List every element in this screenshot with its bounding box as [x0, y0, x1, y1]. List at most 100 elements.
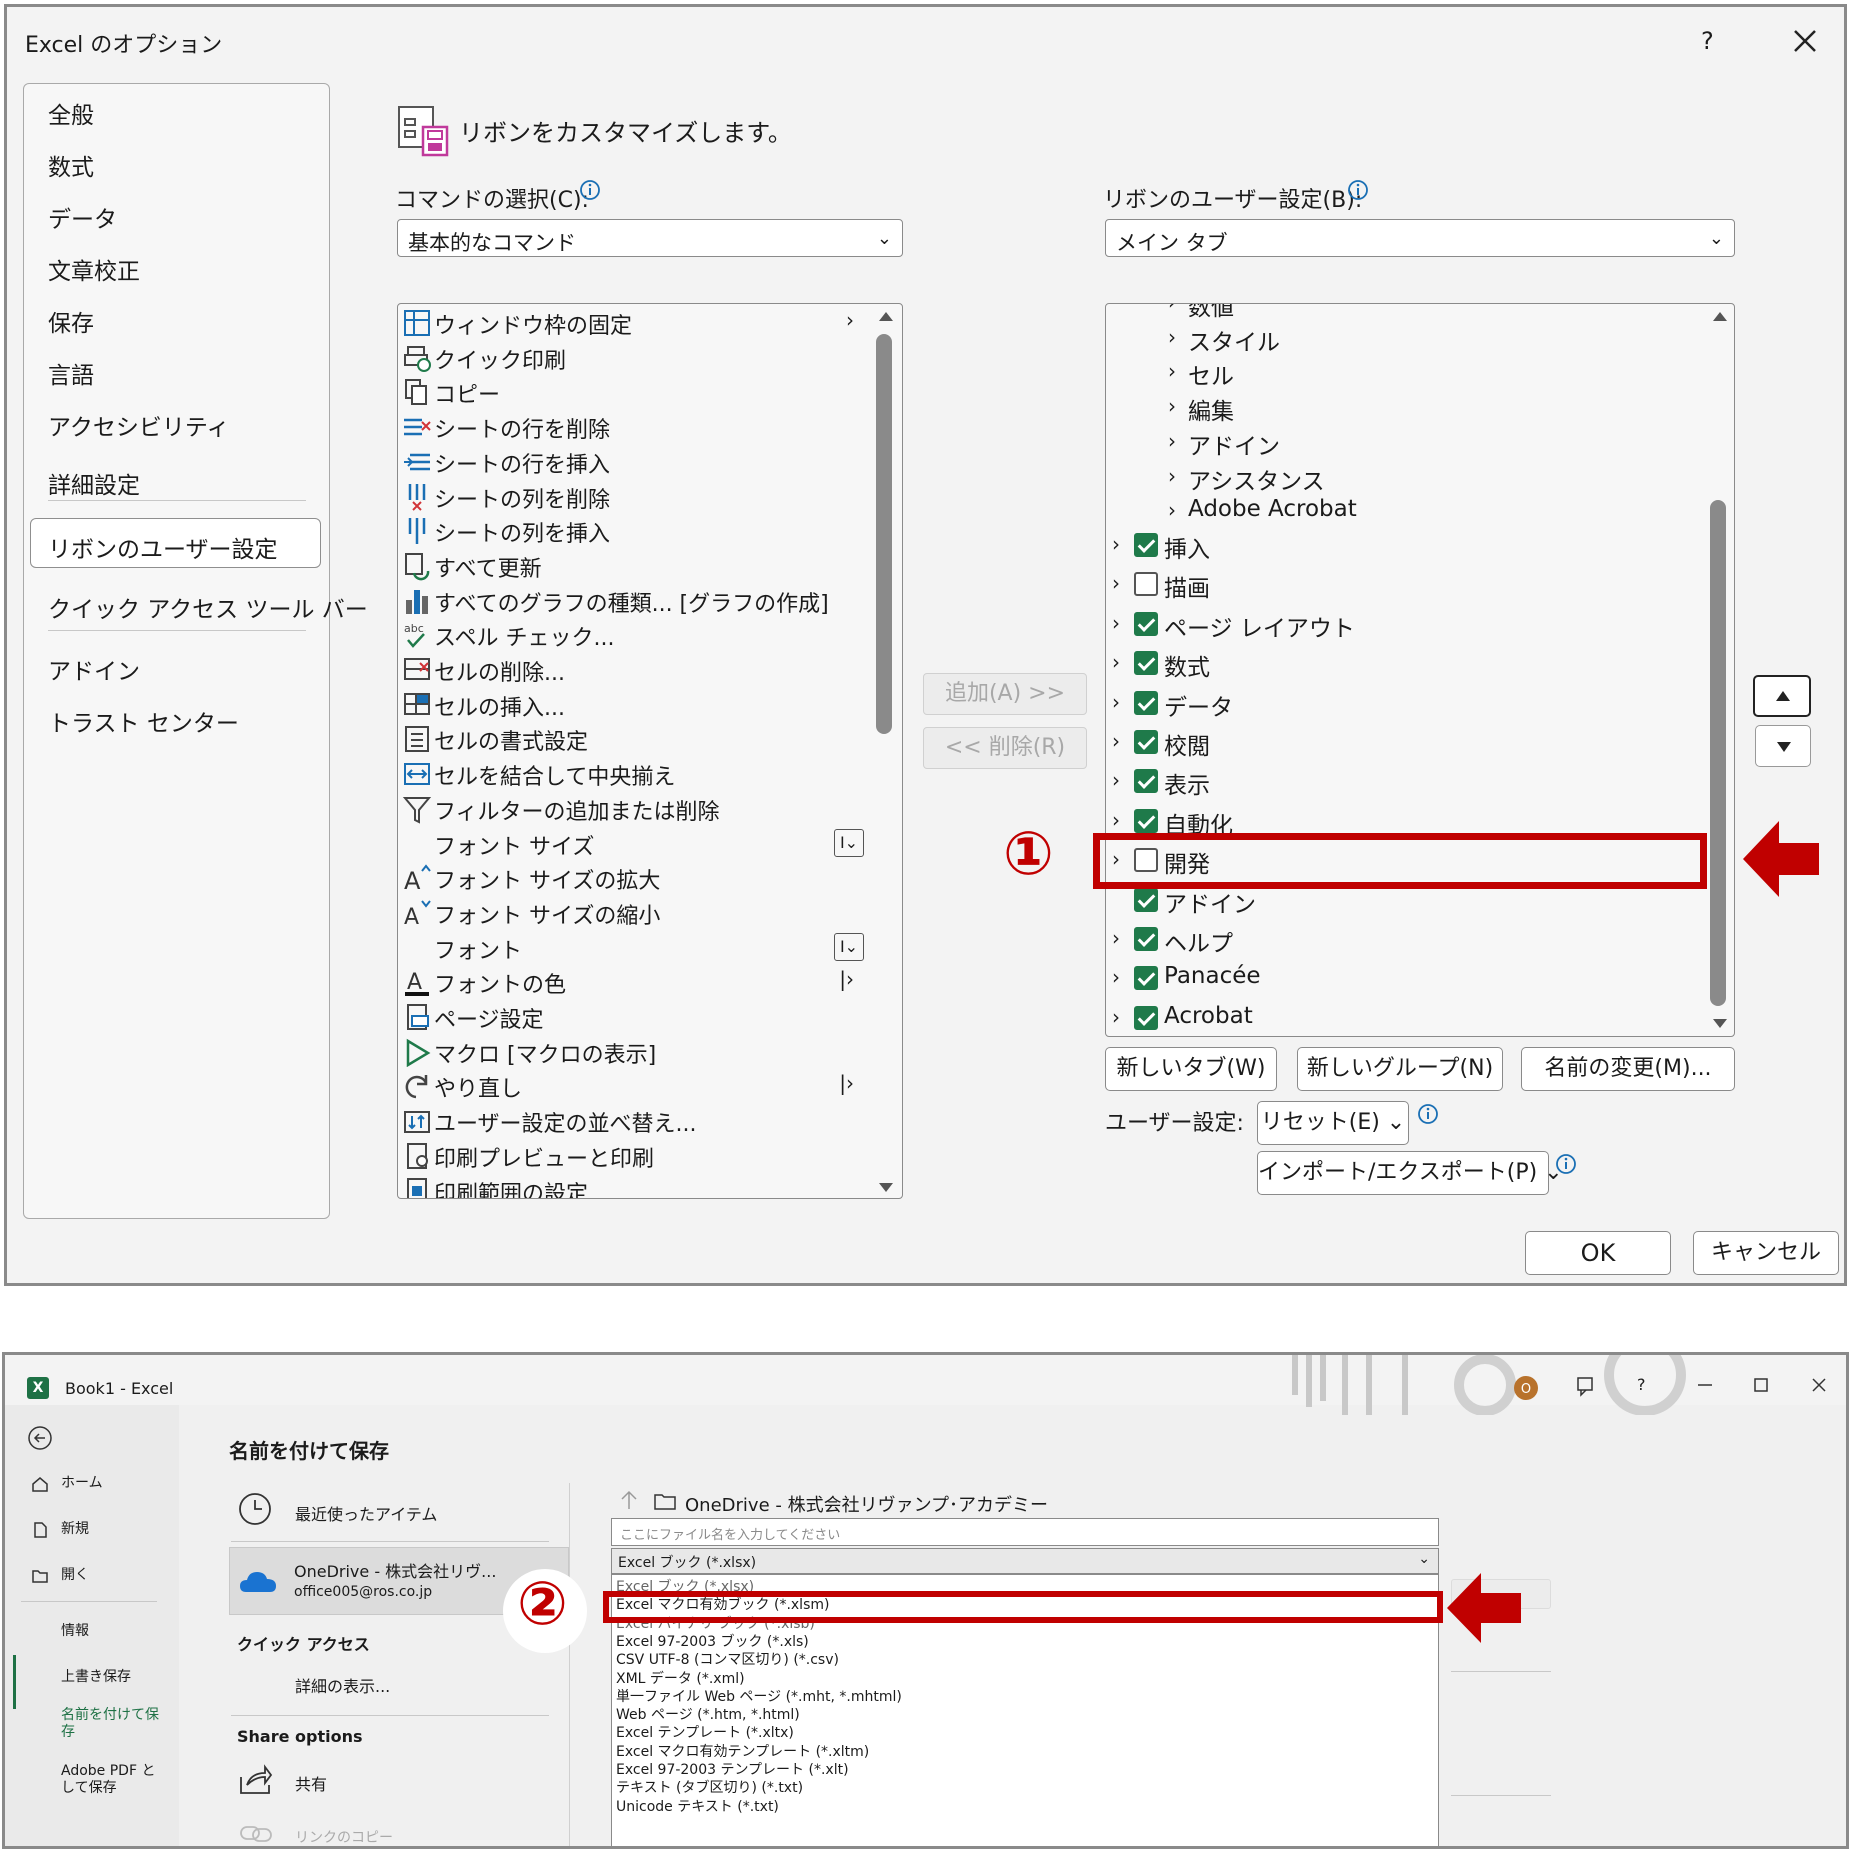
- backstage-nav-item[interactable]: Adobe PDF として保存: [61, 1763, 165, 1797]
- ribbon-tabs-dropdown[interactable]: メイン タブ ⌄: [1105, 219, 1735, 257]
- help-icon[interactable]: ?: [1637, 1375, 1646, 1394]
- help-icon[interactable]: ?: [1701, 27, 1714, 55]
- nav-item[interactable]: 詳細設定: [48, 466, 140, 500]
- close-icon[interactable]: [1785, 21, 1825, 61]
- ribbon-group-item[interactable]: › スタイル: [1168, 321, 1688, 359]
- file-type-option[interactable]: テキスト (タブ区切り) (*.txt): [616, 1777, 803, 1797]
- filename-input[interactable]: ここにファイル名を入力してください: [611, 1518, 1439, 1546]
- nav-item[interactable]: 保存: [48, 304, 94, 338]
- command-item[interactable]: セルを結合して中央揃え: [398, 757, 868, 791]
- commands-scroll-thumb[interactable]: [876, 334, 892, 734]
- command-item[interactable]: やり直し |›: [398, 1069, 868, 1103]
- nav-item[interactable]: アクセシビリティ: [48, 408, 229, 442]
- checkbox[interactable]: [1134, 611, 1158, 636]
- up-arrow-icon[interactable]: [619, 1489, 639, 1511]
- checkbox[interactable]: [1134, 690, 1158, 715]
- nav-item[interactable]: 数式: [48, 148, 94, 182]
- close-icon[interactable]: [1809, 1375, 1829, 1395]
- command-item[interactable]: A フォントの色 |›: [398, 965, 868, 999]
- command-item[interactable]: ページ設定: [398, 1000, 868, 1034]
- backstage-nav-item[interactable]: 情報: [61, 1623, 165, 1640]
- ribbon-tab-item[interactable]: › Panacée: [1112, 961, 1692, 999]
- command-item[interactable]: コピー: [398, 375, 868, 409]
- command-item[interactable]: ウィンドウ枠の固定 ›: [398, 306, 868, 340]
- command-item[interactable]: A フォント サイズの縮小: [398, 896, 868, 930]
- reset-button[interactable]: リセット(E) ⌄: [1257, 1101, 1409, 1145]
- commands-dropdown[interactable]: 基本的なコマンド ⌄: [397, 219, 903, 257]
- info-icon[interactable]: [579, 179, 601, 201]
- command-item[interactable]: フィルターの追加または削除: [398, 792, 868, 826]
- command-item[interactable]: シートの行を削除: [398, 410, 868, 444]
- minimize-icon[interactable]: [1695, 1375, 1715, 1395]
- nav-item[interactable]: 文章校正: [48, 252, 140, 286]
- backstage-nav-item[interactable]: 名前を付けて保存: [61, 1707, 165, 1741]
- ribbon-tab-item[interactable]: › 描画: [1112, 567, 1692, 605]
- ribbon-tab-item[interactable]: › Acrobat: [1112, 1001, 1692, 1036]
- file-type-dropdown[interactable]: Excel ブック (*.xlsx) ⌄: [611, 1548, 1439, 1574]
- checkbox[interactable]: [1134, 769, 1158, 794]
- ribbon-scrollbar[interactable]: [1706, 304, 1734, 1034]
- cancel-button[interactable]: キャンセル: [1693, 1231, 1839, 1275]
- nav-item[interactable]: 全般: [48, 96, 94, 130]
- checkbox[interactable]: [1134, 966, 1158, 991]
- file-type-option[interactable]: XML データ (*.xml): [616, 1668, 745, 1688]
- checkbox[interactable]: [1134, 651, 1158, 676]
- ribbon-tab-item[interactable]: › ページ レイアウト: [1112, 607, 1692, 645]
- move-down-button[interactable]: [1755, 725, 1811, 767]
- nav-item[interactable]: 言語: [48, 356, 94, 390]
- command-item[interactable]: セルの挿入...: [398, 688, 868, 722]
- info-icon[interactable]: [1417, 1103, 1439, 1125]
- command-item[interactable]: 印刷プレビューと印刷: [398, 1139, 868, 1173]
- checkbox[interactable]: [1134, 808, 1158, 833]
- ribbon-tab-item[interactable]: › 表示: [1112, 764, 1692, 802]
- command-item[interactable]: A フォント サイズの拡大: [398, 861, 868, 895]
- add-button[interactable]: 追加(A) >>: [923, 673, 1087, 715]
- nav-item[interactable]: トラスト センター: [48, 704, 239, 738]
- file-type-option[interactable]: 単一ファイル Web ページ (*.mht, *.mhtml): [616, 1686, 902, 1706]
- ribbon-tab-item[interactable]: › ヘルプ: [1112, 922, 1692, 960]
- file-type-option[interactable]: Excel テンプレート (*.xltx): [616, 1722, 794, 1742]
- ribbon-tab-item[interactable]: › 数式: [1112, 646, 1692, 684]
- ribbon-tabs-tree[interactable]: › 数値 › スタイル › セル › 編集 › アドイン › アシスタンス › Adobe Acrobat…: [1105, 303, 1735, 1037]
- feedback-icon[interactable]: [1575, 1375, 1597, 1397]
- remove-button[interactable]: << 削除(R): [923, 727, 1087, 769]
- share-button[interactable]: 共有: [295, 1771, 327, 1795]
- info-icon[interactable]: [1555, 1153, 1577, 1175]
- file-type-option[interactable]: Web ページ (*.htm, *.html): [616, 1704, 800, 1724]
- show-more-link[interactable]: 詳細の表示...: [295, 1673, 390, 1697]
- nav-item[interactable]: データ: [48, 200, 117, 234]
- ribbon-group-item[interactable]: › アシスタンス: [1168, 460, 1688, 498]
- new-group-button[interactable]: 新しいグループ(N): [1297, 1047, 1503, 1091]
- rename-button[interactable]: 名前の変更(M)...: [1521, 1047, 1735, 1091]
- command-item[interactable]: マクロ [マクロの表示]: [398, 1035, 868, 1069]
- ribbon-group-item[interactable]: › セル: [1168, 355, 1688, 393]
- backstage-nav-item[interactable]: 新規: [61, 1521, 165, 1538]
- command-item[interactable]: フォント I⌄: [398, 931, 868, 965]
- new-tab-button[interactable]: 新しいタブ(W): [1105, 1047, 1277, 1091]
- ribbon-tab-item[interactable]: › 挿入: [1112, 528, 1692, 566]
- command-item[interactable]: すべて更新: [398, 549, 868, 583]
- file-type-option[interactable]: Excel 97-2003 テンプレート (*.xlt): [616, 1759, 849, 1779]
- file-type-option[interactable]: Unicode テキスト (*.txt): [616, 1796, 779, 1816]
- checkbox[interactable]: [1134, 533, 1158, 557]
- recent-items[interactable]: 最近使ったアイテム: [295, 1501, 437, 1525]
- command-item[interactable]: abc スペル チェック...: [398, 618, 868, 652]
- nav-item[interactable]: クイック アクセス ツール バー: [48, 590, 368, 624]
- command-item[interactable]: フォント サイズ I⌄: [398, 827, 868, 861]
- file-type-option[interactable]: Excel マクロ有効テンプレート (*.xltm): [616, 1741, 869, 1761]
- file-type-option[interactable]: CSV UTF-8 (コンマ区切り) (*.csv): [616, 1649, 839, 1669]
- command-item[interactable]: 印刷範囲の設定: [398, 1174, 868, 1198]
- checkbox[interactable]: [1134, 572, 1158, 597]
- nav-item[interactable]: リボンのユーザー設定: [48, 530, 278, 564]
- info-icon[interactable]: [1347, 179, 1369, 201]
- command-item[interactable]: クイック印刷: [398, 341, 868, 375]
- checkbox[interactable]: [1134, 927, 1158, 951]
- import-export-button[interactable]: インポート/エクスポート(P) ⌄: [1257, 1151, 1563, 1195]
- backstage-nav-item[interactable]: ホーム: [61, 1475, 165, 1492]
- ribbon-group-item[interactable]: › Adobe Acrobat: [1168, 494, 1688, 532]
- backstage-nav-item[interactable]: 開く: [61, 1567, 165, 1584]
- command-item[interactable]: セルの削除...: [398, 653, 868, 687]
- avatar[interactable]: O: [1513, 1375, 1539, 1401]
- commands-list[interactable]: ウィンドウ枠の固定 › クイック印刷 コピー シートの行を削除 シートの行を挿入 シートの列…: [397, 303, 903, 1199]
- command-item[interactable]: ユーザー設定の並べ替え...: [398, 1104, 868, 1138]
